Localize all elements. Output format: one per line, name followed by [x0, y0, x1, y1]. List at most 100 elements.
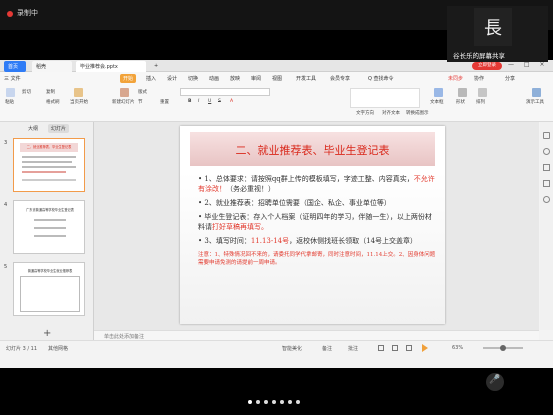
page-dot[interactable] [280, 400, 284, 404]
notes-toggle[interactable]: 备注 [322, 345, 332, 352]
add-slide-button[interactable]: + [43, 328, 51, 339]
bullet-3: • 毕业生登记表：存入个人档案（证明四年的学习，伴随一生），以上两份材料请打好草… [198, 213, 432, 231]
reset-button[interactable]: 重置 [160, 99, 169, 105]
right-tool-strip [540, 122, 553, 330]
slide-body: • 1、总体要求：请按照qq群上传的模板填写，字迹工整、内容真实，不允许有涂改！… [198, 174, 438, 267]
copy-button[interactable]: 复制 [46, 89, 55, 95]
presentation-tools-label: 演示工具 [526, 100, 544, 105]
smart-beautify-button[interactable]: 智能美化 [282, 345, 302, 352]
menu-member[interactable]: 会员专享 [330, 75, 350, 82]
textbox-label: 文本框 [430, 100, 444, 105]
webcam-overlay: 長 谷长乐的屏幕共享 [447, 6, 548, 62]
thumbnail-slide-5[interactable]: 普通高等学校毕业生就业推荐表 [13, 262, 85, 316]
collaborate-button[interactable]: 协作 [474, 75, 484, 82]
animation-pane-icon[interactable] [543, 164, 550, 171]
recording-dot-icon [7, 11, 13, 17]
new-slide-icon[interactable] [120, 88, 129, 97]
bullet-text: 总体要求：请按照qq群上传的模板填写，字迹工整、内容真实， [215, 175, 414, 183]
text-direction-button[interactable]: 文字方向 [356, 110, 374, 116]
underline-button[interactable]: U [208, 99, 211, 104]
layout-button[interactable]: 版式 [138, 89, 147, 95]
thumbnail-title: 广东省普通高等学校毕业生登记表 [26, 208, 74, 212]
menu-animation[interactable]: 动画 [209, 75, 219, 82]
page-dot[interactable] [256, 400, 260, 404]
font-name-select[interactable] [180, 88, 270, 96]
avatar-glyph: 長 [484, 18, 502, 39]
thumbnail-line [22, 179, 76, 181]
play-from-current-icon[interactable] [74, 88, 83, 97]
play-slideshow-icon[interactable] [422, 344, 428, 352]
paste-label: 粘贴 [5, 100, 14, 105]
shape-icon[interactable] [458, 88, 467, 97]
presentation-tools-icon[interactable] [532, 88, 541, 97]
bullet-1: • 1、总体要求：请按照qq群上传的模板填写，字迹工整、内容真实，不允许有涂改！… [198, 175, 435, 193]
sorter-view-icon[interactable] [392, 345, 398, 351]
sync-status[interactable]: 未同步 [448, 75, 463, 82]
menu-bar: 三 文件 开始 插入 设计 切换 动画 放映 审阅 视图 开发工具 会员专享 Q… [0, 72, 553, 84]
menu-design[interactable]: 设计 [167, 75, 177, 82]
bullet-tail: ，返校休侧找班长领取（14号上交盖章） [289, 237, 418, 245]
current-slide[interactable]: 二、就业推荐表、毕业生登记表 • 1、总体要求：请按照qq群上传的模板填写，字迹… [180, 126, 445, 324]
page-dot[interactable] [288, 400, 292, 404]
tab-document[interactable]: 毕业推荐会.pptx [76, 61, 146, 72]
share-button[interactable]: 分享 [505, 75, 515, 82]
zoom-slider-knob[interactable] [500, 345, 506, 351]
page-dot-active[interactable] [248, 400, 252, 404]
menu-transition[interactable]: 切换 [188, 75, 198, 82]
arrange-icon[interactable] [478, 88, 487, 97]
bullet-4: • 3、填写时间：11.13-14号，返校休侧找班长领取（14号上交盖章） [198, 237, 418, 245]
paste-icon[interactable] [6, 88, 15, 97]
slide-thumbnail-pane: 大纲 幻灯片 3 二、就业推荐表、毕业生登记表 4 广东省普通高等学校毕业生登记… [0, 122, 94, 350]
thumbnail-title: 普通高等学校毕业生就业推荐表 [27, 269, 73, 273]
window-controls[interactable]: — □ × [508, 61, 549, 68]
thumbnail-line [22, 171, 66, 173]
thumbnail-slide-3[interactable]: 二、就业推荐表、毕业生登记表 [13, 138, 85, 192]
thumbnail-line [22, 161, 72, 163]
microphone-button[interactable]: 🎤 [486, 373, 504, 391]
normal-view-icon[interactable] [378, 345, 384, 351]
slide-title: 二、就业推荐表、毕业生登记表 [235, 144, 390, 157]
textbox-icon[interactable] [434, 88, 443, 97]
settings-icon[interactable] [543, 148, 550, 155]
search-command[interactable]: Q 查找命令 [368, 75, 394, 82]
thumbnail-line [22, 166, 76, 168]
tab-home[interactable]: 首页 [4, 61, 26, 72]
section-button[interactable]: 节 [138, 99, 143, 105]
tab-daoke[interactable]: 稻壳 [32, 61, 72, 72]
slide-canvas: 二、就业推荐表、毕业生登记表 • 1、总体要求：请按照qq群上传的模板填写，字迹… [94, 122, 539, 330]
slides-tab[interactable]: 幻灯片 [48, 124, 70, 133]
design-pane-icon[interactable] [543, 180, 550, 187]
page-dot[interactable] [272, 400, 276, 404]
menu-view[interactable]: 视图 [272, 75, 282, 82]
italic-button[interactable]: I [198, 99, 199, 104]
font-color-button[interactable]: A [230, 99, 233, 104]
new-tab-button[interactable]: + [150, 61, 160, 72]
page-dot[interactable] [296, 400, 300, 404]
style-gallery[interactable] [350, 88, 420, 108]
comment-toggle[interactable]: 批注 [348, 345, 358, 352]
menu-slideshow[interactable]: 放映 [230, 75, 240, 82]
align-text-button[interactable]: 对齐文本 [382, 110, 400, 116]
menu-start[interactable]: 开始 [120, 74, 137, 83]
menu-devtools[interactable]: 开发工具 [296, 75, 316, 82]
cut-button[interactable]: 剪切 [22, 89, 31, 95]
thumbnail-line [34, 235, 66, 237]
menu-insert[interactable]: 插入 [146, 75, 156, 82]
menu-review[interactable]: 审阅 [251, 75, 261, 82]
help-icon[interactable] [543, 196, 550, 203]
thumbnail-table [20, 276, 80, 312]
convert-diagram-button[interactable]: 转换成图示 [406, 110, 429, 116]
outline-tab[interactable]: 大纲 [28, 125, 38, 132]
bullet-number: 3、 [204, 237, 216, 245]
menu-file[interactable]: 三 文件 [4, 75, 21, 82]
notes-pane[interactable]: 单击此处添加备注 [94, 330, 539, 340]
thumbnail-slide-4[interactable]: 广东省普通高等学校毕业生登记表 [13, 200, 85, 254]
reading-view-icon[interactable] [406, 345, 412, 351]
properties-icon[interactable] [543, 132, 550, 139]
format-painter-button[interactable]: 格式刷 [46, 99, 60, 105]
page-dot[interactable] [264, 400, 268, 404]
arrange-label: 排列 [476, 100, 485, 105]
login-badge[interactable]: 立即登录 [472, 62, 502, 70]
strikethrough-button[interactable]: S [218, 99, 221, 104]
bold-button[interactable]: B [188, 99, 191, 104]
